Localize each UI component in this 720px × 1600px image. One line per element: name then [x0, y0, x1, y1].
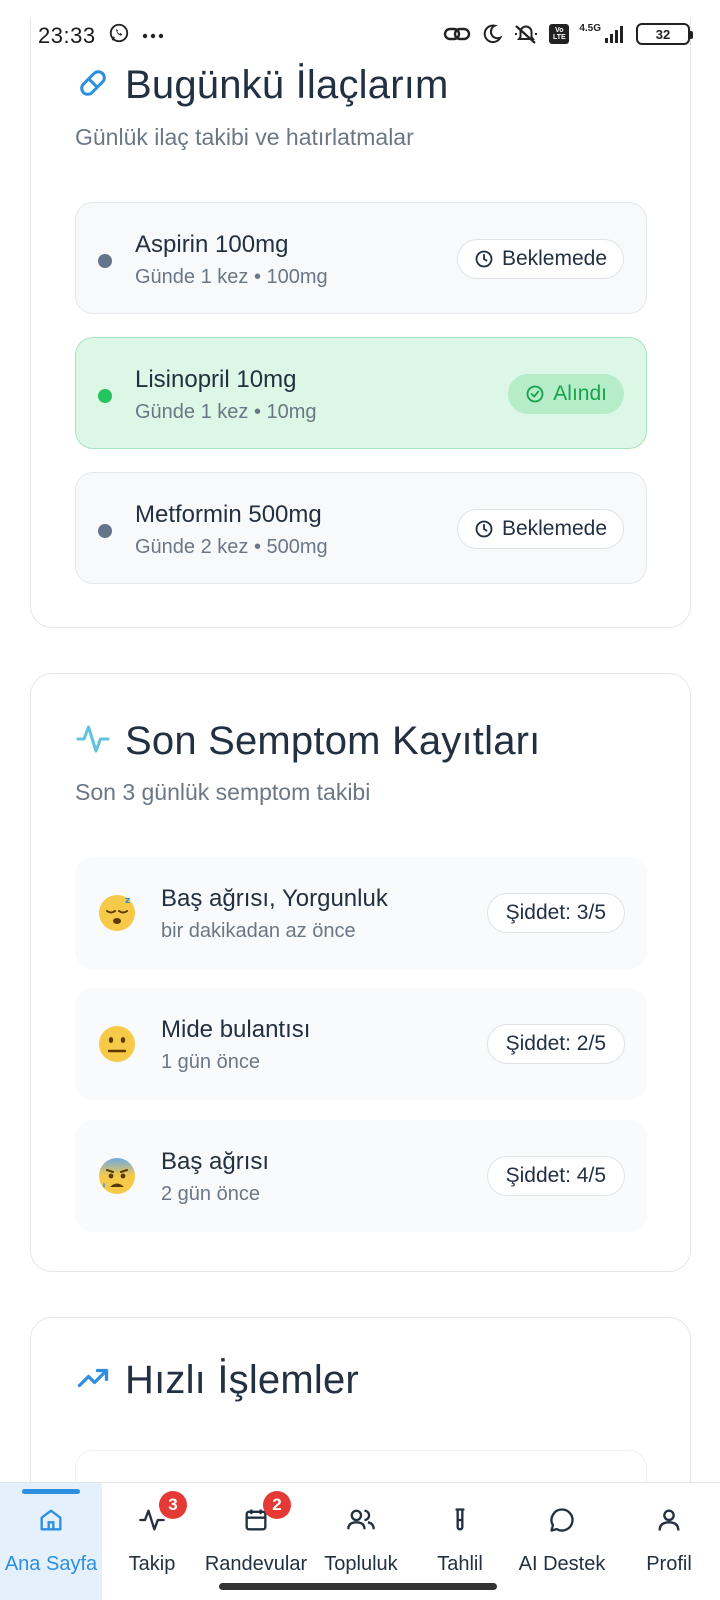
notification-badge: 3	[159, 1491, 187, 1519]
battery-icon: 32	[636, 23, 693, 45]
users-icon	[344, 1503, 378, 1537]
clock-icon	[475, 250, 493, 268]
status-bar: 23:33 Vo LTE 4.5G 32	[0, 0, 720, 72]
medication-row[interactable]: Lisinopril 10mg Günde 1 kez • 10mg Alınd…	[75, 337, 647, 449]
symptom-time: 2 gün önce	[161, 1183, 260, 1205]
moon-icon	[481, 22, 503, 46]
symptom-row[interactable]: Mide bulantısı 1 gün önce Şiddet: 2/5	[75, 988, 647, 1100]
status-label: Beklemede	[501, 517, 607, 540]
symptom-name: Baş ağrısı, Yorgunluk	[161, 885, 388, 912]
app-screen: 23:33 Vo LTE 4.5G 32 Bugünkü İlaçlarım G…	[0, 0, 720, 1600]
nav-label: Ana Sayfa	[4, 1553, 98, 1575]
severity-badge: Şiddet: 3/5	[486, 893, 625, 933]
nav-item-profil[interactable]: Profil	[626, 1483, 712, 1600]
nav-label: Tahlil	[437, 1553, 483, 1575]
status-dot	[98, 389, 112, 403]
signal-icon: 4.5G	[579, 24, 626, 44]
notification-badge: 2	[263, 1491, 291, 1519]
status-dot	[98, 524, 112, 538]
symptom-name: Mide bulantısı	[161, 1016, 311, 1043]
status-label: Beklemede	[501, 247, 607, 270]
medications-card: Bugünkü İlaçlarım Günlük ilaç takibi ve …	[30, 18, 691, 628]
neutral-face-icon	[97, 1024, 137, 1064]
status-right: Vo LTE 4.5G 32	[443, 22, 693, 46]
user-icon	[652, 1503, 686, 1537]
nav-label: Randevular	[204, 1553, 308, 1575]
network-type: 4.5G	[579, 23, 601, 34]
status-left: 23:33	[38, 22, 164, 49]
test-tube-icon	[443, 1503, 477, 1537]
medication-name: Lisinopril 10mg	[135, 366, 297, 393]
medication-detail: Günde 2 kez • 500mg	[135, 536, 328, 558]
sleepy-face-icon: z	[97, 893, 137, 933]
quick-actions-header: Hızlı İşlemler	[75, 1358, 359, 1403]
medication-detail: Günde 1 kez • 100mg	[135, 266, 328, 288]
nav-item-ai-destek[interactable]: AI Destek	[510, 1483, 614, 1600]
activity-icon: 3	[135, 1491, 187, 1537]
calendar-icon: 2	[239, 1491, 291, 1537]
symptom-time: 1 gün önce	[161, 1051, 260, 1073]
status-time: 23:33	[38, 22, 96, 48]
medications-subtitle: Günlük ilaç takibi ve hatırlatmalar	[75, 124, 414, 150]
nav-label: Takip	[128, 1553, 176, 1575]
symptoms-card: Son Semptom Kayıtları Son 3 günlük sempt…	[30, 673, 691, 1272]
nav-label: AI Destek	[518, 1553, 606, 1575]
active-indicator	[22, 1489, 80, 1494]
home-indicator[interactable]	[219, 1583, 497, 1590]
check-circle-icon	[526, 385, 544, 403]
nav-label: Topluluk	[324, 1553, 398, 1575]
symptom-row[interactable]: z Baş ağrısı, Yorgunluk bir dakikadan az…	[75, 857, 647, 969]
volte-icon: Vo LTE	[549, 24, 570, 44]
severity-badge: Şiddet: 4/5	[486, 1156, 625, 1196]
nav-item-takip[interactable]: 3 Takip	[112, 1483, 192, 1600]
medication-status-badge[interactable]: Beklemede	[456, 509, 624, 549]
more-dots-icon	[142, 27, 164, 45]
anxious-face-icon	[97, 1156, 137, 1196]
trending-up-icon	[75, 1360, 111, 1401]
symptom-name: Baş ağrısı	[161, 1148, 270, 1175]
symptoms-title: Son Semptom Kayıtları	[125, 719, 541, 763]
medication-detail: Günde 1 kez • 10mg	[135, 401, 317, 423]
activity-icon	[75, 721, 111, 762]
quick-actions-title: Hızlı İşlemler	[125, 1358, 359, 1402]
symptom-time: bir dakikadan az önce	[161, 920, 356, 942]
silent-icon	[513, 22, 539, 46]
medication-status-badge[interactable]: Alındı	[508, 374, 624, 414]
severity-badge: Şiddet: 2/5	[486, 1024, 625, 1064]
symptoms-subtitle: Son 3 günlük semptom takibi	[75, 779, 371, 805]
medication-name: Aspirin 100mg	[135, 231, 289, 258]
clock-icon	[475, 520, 493, 538]
battery-level: 32	[655, 26, 671, 42]
chat-icon	[545, 1503, 579, 1537]
link-icon	[443, 22, 471, 46]
medication-row[interactable]: Aspirin 100mg Günde 1 kez • 100mg Beklem…	[75, 202, 647, 314]
home-icon	[34, 1503, 68, 1537]
symptom-row[interactable]: Baş ağrısı 2 gün önce Şiddet: 4/5	[75, 1120, 647, 1232]
svg-text:z: z	[125, 896, 130, 906]
symptoms-header: Son Semptom Kayıtları	[75, 719, 541, 764]
medication-row[interactable]: Metformin 500mg Günde 2 kez • 500mg Bekl…	[75, 472, 647, 584]
status-dot	[98, 254, 112, 268]
medication-name: Metformin 500mg	[135, 501, 322, 528]
whatsapp-icon	[108, 22, 130, 49]
volte-label: Vo LTE	[552, 27, 566, 41]
nav-item-home[interactable]: Ana Sayfa	[0, 1483, 102, 1600]
medication-status-badge[interactable]: Beklemede	[456, 239, 624, 279]
nav-label: Profil	[646, 1553, 692, 1575]
status-label: Alındı	[553, 382, 607, 405]
